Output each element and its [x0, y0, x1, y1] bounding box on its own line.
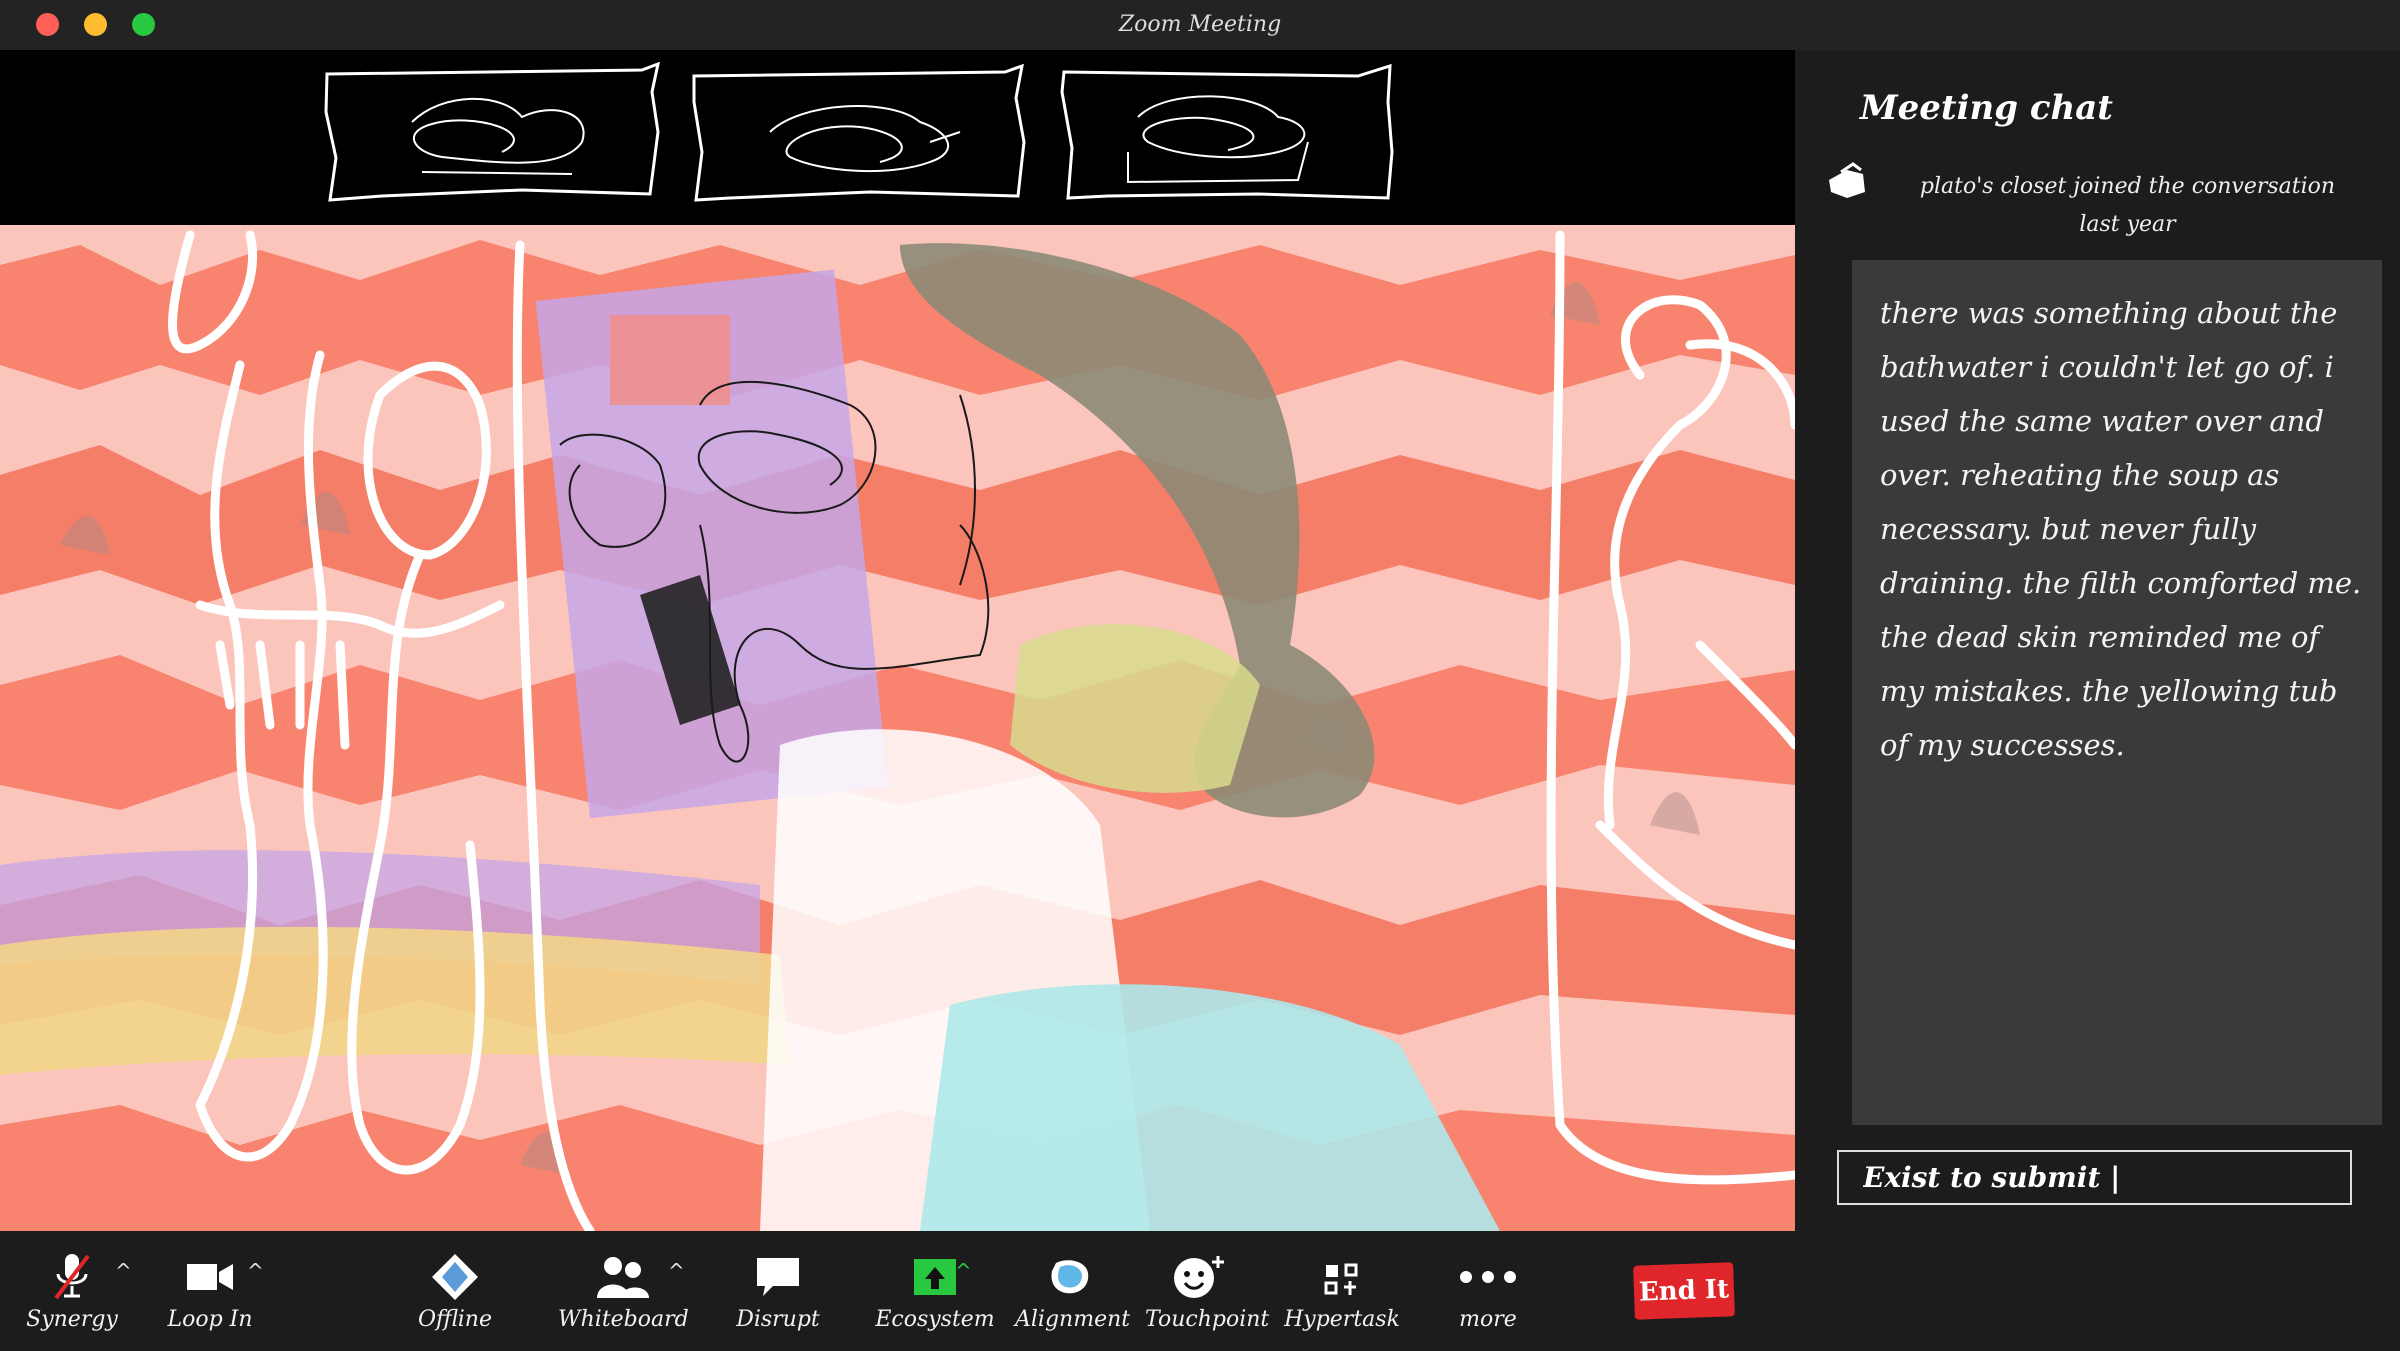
share-screen-icon	[875, 1249, 995, 1305]
toolbar-label: Disrupt	[736, 1307, 820, 1332]
chat-input[interactable]	[1837, 1150, 2352, 1205]
speech-bubble-icon	[728, 1249, 828, 1305]
ecosystem-options-caret[interactable]: ^	[955, 1259, 972, 1283]
toolbar-label: more	[1459, 1307, 1517, 1332]
synergy-options-caret[interactable]: ^	[115, 1259, 132, 1283]
join-notice: plato's closet joined the conversation l…	[1795, 168, 2400, 244]
loop-in-options-caret[interactable]: ^	[247, 1259, 264, 1283]
toolbar-offline-button[interactable]: Offline	[405, 1249, 505, 1332]
chat-message: there was something about the bathwater …	[1880, 296, 2362, 762]
chat-message-area[interactable]: there was something about the bathwater …	[1852, 260, 2382, 1125]
main-video-feed	[0, 225, 1795, 1231]
toolbar-disrupt-button[interactable]: Disrupt	[728, 1249, 828, 1332]
meeting-toolbar: Synergy ^ Loop In ^ Offline Whiteboard ^…	[0, 1231, 1795, 1351]
participant-thumbnail-2[interactable]	[690, 62, 1030, 202]
join-notice-line: plato's closet joined the conversation	[1919, 174, 2336, 199]
toolbar-loop-in-button[interactable]: Loop In	[160, 1249, 260, 1332]
toolbar-label: Hypertask	[1284, 1307, 1400, 1332]
end-meeting-button[interactable]: End It	[1633, 1262, 1735, 1320]
toolbar-alignment-button[interactable]: Alignment	[1015, 1249, 1131, 1332]
video-camera-icon	[160, 1249, 260, 1305]
whiteboard-options-caret[interactable]: ^	[668, 1259, 685, 1283]
toolbar-synergy-button[interactable]: Synergy	[22, 1249, 122, 1332]
toolbar-label: Synergy	[26, 1307, 118, 1332]
diamond-arrows-icon	[405, 1249, 505, 1305]
toolbar-label: Ecosystem	[875, 1307, 995, 1332]
meeting-chat-panel: Meeting chat plato's closet joined the c…	[1795, 50, 2400, 1351]
toolbar-touchpoint-button[interactable]: Touchpoint	[1145, 1249, 1270, 1332]
toolbar-label: Touchpoint	[1145, 1307, 1270, 1332]
reaction-smiley-icon	[1145, 1249, 1255, 1305]
abstract-video-frame	[0, 225, 1795, 1231]
record-blob-icon	[1015, 1249, 1125, 1305]
toolbar-label: Loop In	[167, 1307, 253, 1332]
participant-thumbnails	[0, 50, 1795, 225]
title-bar: Zoom Meeting	[0, 0, 2400, 50]
more-dots-icon	[1438, 1249, 1538, 1305]
participant-thumbnail-1[interactable]	[322, 62, 662, 202]
toolbar-hypertask-button[interactable]: Hypertask	[1282, 1249, 1402, 1332]
meeting-stage	[0, 50, 1795, 1231]
toolbar-label: Offline	[418, 1307, 492, 1332]
join-notice-time: last year	[2079, 212, 2176, 237]
toolbar-label: Whiteboard	[558, 1307, 689, 1332]
window-title: Zoom Meeting	[1118, 12, 1282, 37]
toolbar-ecosystem-button[interactable]: Ecosystem	[875, 1249, 995, 1332]
microphone-muted-icon	[22, 1249, 122, 1305]
toolbar-more-button[interactable]: more	[1438, 1249, 1538, 1332]
participant-thumbnail-3[interactable]	[1058, 62, 1398, 202]
apps-icon	[1282, 1249, 1402, 1305]
chat-title: Meeting chat	[1860, 88, 2114, 128]
toolbar-label: Alignment	[1015, 1307, 1131, 1332]
